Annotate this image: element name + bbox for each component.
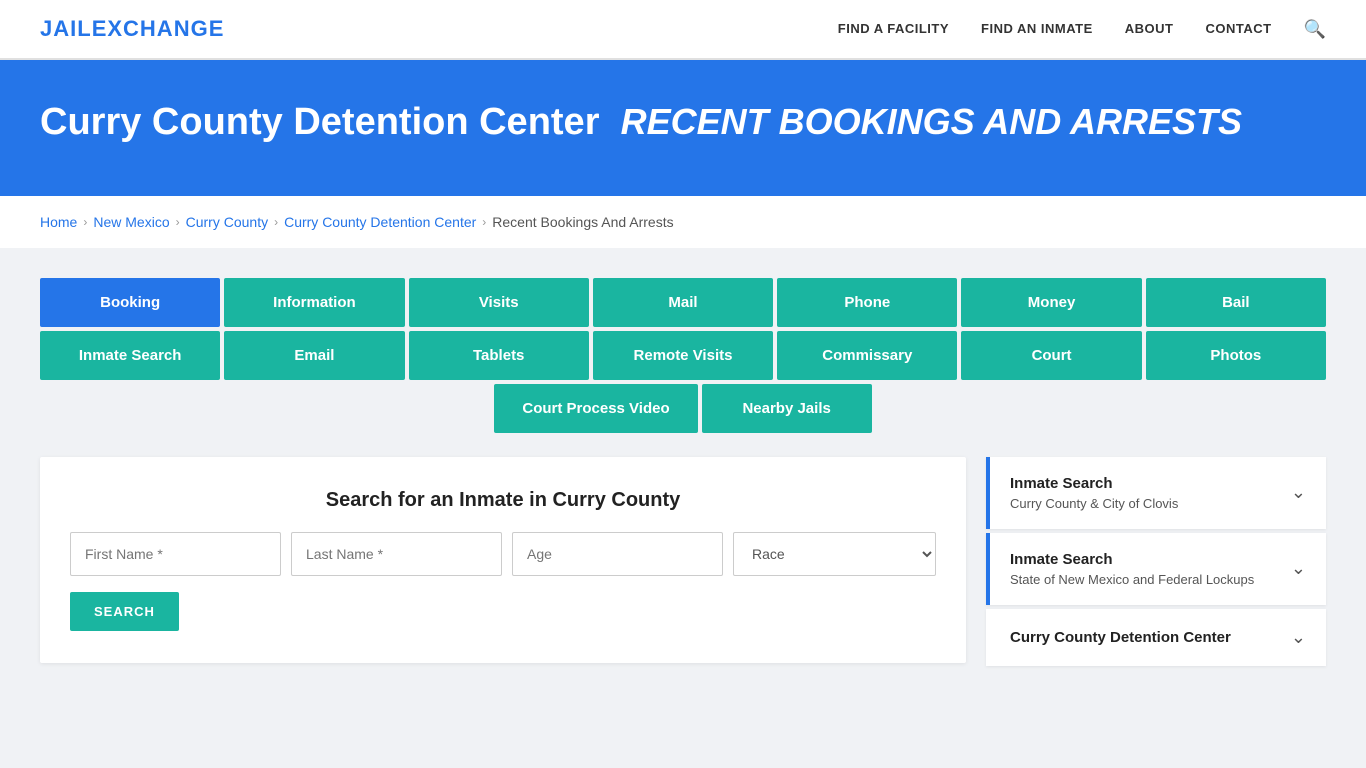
tab-visits[interactable]: Visits — [409, 278, 589, 327]
breadcrumb-sep-3: › — [274, 215, 278, 229]
tab-email[interactable]: Email — [224, 331, 404, 380]
tab-booking[interactable]: Booking — [40, 278, 220, 327]
tab-court-process-video[interactable]: Court Process Video — [494, 384, 697, 433]
sidebar-item-inmate-search-nm[interactable]: Inmate Search State of New Mexico and Fe… — [986, 533, 1326, 605]
sidebar-item-content-2: Inmate Search State of New Mexico and Fe… — [1010, 551, 1254, 587]
tab-court[interactable]: Court — [961, 331, 1141, 380]
sidebar-item-subtitle-2: State of New Mexico and Federal Lockups — [1010, 572, 1254, 587]
tab-nearby-jails[interactable]: Nearby Jails — [702, 384, 872, 433]
sidebar-item-title-3: Curry County Detention Center — [1010, 629, 1231, 646]
tab-phone[interactable]: Phone — [777, 278, 957, 327]
tab-commissary[interactable]: Commissary — [777, 331, 957, 380]
sidebar-item-subtitle-1: Curry County & City of Clovis — [1010, 496, 1178, 511]
breadcrumb-home[interactable]: Home — [40, 214, 77, 230]
sidebar-panel: Inmate Search Curry County & City of Clo… — [986, 457, 1326, 670]
breadcrumb-curry-county[interactable]: Curry County — [186, 214, 268, 230]
main-section: Search for an Inmate in Curry County Rac… — [40, 457, 1326, 670]
breadcrumb-current: Recent Bookings And Arrests — [492, 214, 673, 230]
search-form-heading: Search for an Inmate in Curry County — [70, 489, 936, 512]
logo[interactable]: JAILEXCHANGE — [40, 16, 224, 42]
hero-section: Curry County Detention Center RECENT BOO… — [0, 60, 1366, 196]
nav-item-contact[interactable]: CONTACT — [1205, 20, 1271, 38]
nav-item-find-inmate[interactable]: FIND AN INMATE — [981, 20, 1093, 38]
breadcrumb-sep-4: › — [482, 215, 486, 229]
tab-mail[interactable]: Mail — [593, 278, 773, 327]
search-form-card: Search for an Inmate in Curry County Rac… — [40, 457, 966, 663]
chevron-down-icon-1: ⌄ — [1291, 482, 1306, 503]
tab-inmate-search[interactable]: Inmate Search — [40, 331, 220, 380]
chevron-down-icon-3: ⌄ — [1291, 627, 1306, 648]
nav-item-find-facility[interactable]: FIND A FACILITY — [838, 20, 949, 38]
logo-exchange: EXCHANGE — [92, 16, 225, 41]
age-input[interactable] — [512, 532, 723, 576]
search-button[interactable]: SEARCH — [70, 592, 179, 631]
tab-money[interactable]: Money — [961, 278, 1141, 327]
tab-photos[interactable]: Photos — [1146, 331, 1326, 380]
breadcrumb-detention-center[interactable]: Curry County Detention Center — [284, 214, 476, 230]
breadcrumb-sep-2: › — [176, 215, 180, 229]
search-fields: Race White Black Hispanic Asian Other — [70, 532, 936, 576]
nav-search-icon[interactable]: 🔍 — [1304, 19, 1326, 40]
sidebar-item-detention-center[interactable]: Curry County Detention Center ⌄ — [986, 609, 1326, 666]
tab-bail[interactable]: Bail — [1146, 278, 1326, 327]
tabs-row-1: Booking Information Visits Mail Phone Mo… — [40, 278, 1326, 327]
content-area: Booking Information Visits Mail Phone Mo… — [0, 248, 1366, 700]
nav-item-about[interactable]: ABOUT — [1125, 20, 1174, 38]
chevron-down-icon-2: ⌄ — [1291, 558, 1306, 579]
tab-tablets[interactable]: Tablets — [409, 331, 589, 380]
sidebar-item-inmate-search-curry[interactable]: Inmate Search Curry County & City of Clo… — [986, 457, 1326, 529]
nav-links: FIND A FACILITY FIND AN INMATE ABOUT CON… — [838, 19, 1326, 40]
page-title: Curry County Detention Center RECENT BOO… — [40, 100, 1326, 146]
tabs-row-2: Inmate Search Email Tablets Remote Visit… — [40, 331, 1326, 380]
sidebar-item-title-1: Inmate Search — [1010, 475, 1178, 492]
breadcrumb-sep-1: › — [83, 215, 87, 229]
navbar: JAILEXCHANGE FIND A FACILITY FIND AN INM… — [0, 0, 1366, 60]
logo-jail: JAIL — [40, 16, 92, 41]
sidebar-item-content-1: Inmate Search Curry County & City of Clo… — [1010, 475, 1178, 511]
last-name-input[interactable] — [291, 532, 502, 576]
tabs-row-3: Court Process Video Nearby Jails — [40, 384, 1326, 433]
breadcrumb: Home › New Mexico › Curry County › Curry… — [0, 196, 1366, 248]
first-name-input[interactable] — [70, 532, 281, 576]
tab-information[interactable]: Information — [224, 278, 404, 327]
race-select[interactable]: Race White Black Hispanic Asian Other — [733, 532, 936, 576]
sidebar-item-title-2: Inmate Search — [1010, 551, 1254, 568]
tab-remote-visits[interactable]: Remote Visits — [593, 331, 773, 380]
breadcrumb-new-mexico[interactable]: New Mexico — [93, 214, 169, 230]
